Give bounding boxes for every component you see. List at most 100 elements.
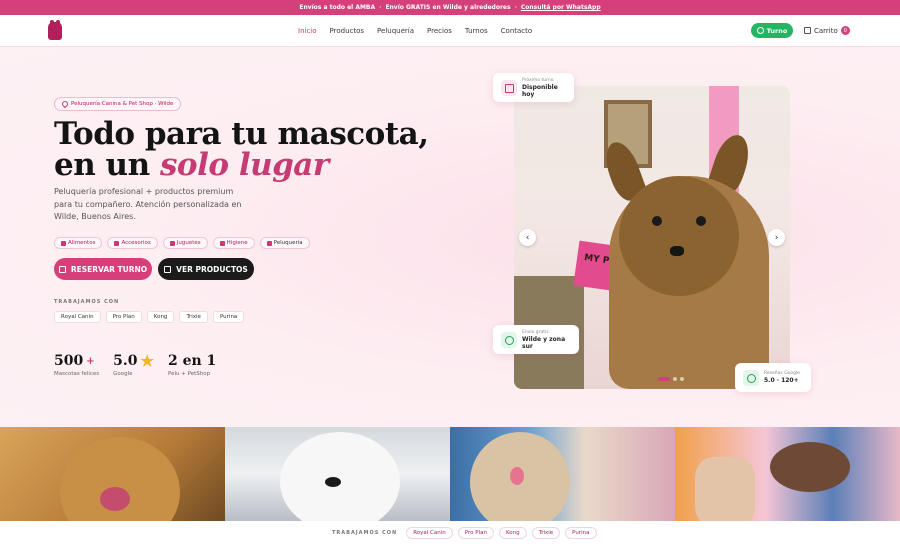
stat-label: Mascotas felices <box>54 371 100 377</box>
brand-purina: Purina <box>565 527 597 539</box>
cart-label: Carrito <box>814 26 838 35</box>
star-icon: ★ <box>140 352 154 370</box>
brands-bar-inner: TRABAJAMOS CON Royal Canin Pro Plan Kong… <box>332 527 597 539</box>
accessory-icon <box>114 240 120 246</box>
brands-label: TRABAJAMOS CON <box>54 299 120 305</box>
calendar-icon <box>58 265 66 273</box>
reservar-turno-label: RESERVAR TURNO <box>70 264 148 274</box>
chip-label: Accesorios <box>121 240 151 246</box>
brands-list: Royal Canin Pro Plan Kong Trixie Purina <box>54 311 245 323</box>
stat-value: 2 en 1 <box>168 353 216 369</box>
gallery-image-grooming <box>675 427 900 521</box>
carousel-prev-button[interactable]: ‹ <box>519 229 536 246</box>
grooming-icon <box>266 240 272 246</box>
nav-item-precios[interactable]: Precios <box>427 27 452 35</box>
nav-item-inicio[interactable]: Inicio <box>298 27 317 35</box>
ver-productos-label: VER PRODUCTOS <box>176 264 248 274</box>
dog-tongue <box>510 467 524 485</box>
announcement-amba: Envíos a todo el AMBA <box>299 4 376 11</box>
brands-bar: TRABAJAMOS CON Royal Canin Pro Plan Kong… <box>0 521 900 558</box>
stat-value: 5.0 ★ <box>113 353 154 369</box>
hero-title: Todo para tu mascota, en un solo lugar <box>54 119 429 181</box>
carousel-dot[interactable] <box>673 377 677 381</box>
carousel-dot[interactable] <box>658 377 670 381</box>
groomer-hands <box>695 457 755 521</box>
card-value: 5.0 · 120+ <box>764 377 799 384</box>
reservar-turno-button[interactable]: RESERVAR TURNO <box>54 258 152 280</box>
site-header: Inicio Productos Peluquería Precios Turn… <box>0 15 900 47</box>
announcement-free-shipping: Envío GRATIS en Wilde y alrededores <box>385 4 511 11</box>
gallery-image-golden <box>0 427 225 521</box>
chip-peluqueria[interactable]: Peluquería <box>259 237 310 249</box>
stat-suffix: + <box>86 355 95 367</box>
free-shipping-card: Envío gratis Wilde y zona sur <box>493 325 579 354</box>
chip-higiene[interactable]: Higiene <box>212 237 255 249</box>
bag-icon <box>164 265 172 273</box>
dog-shape <box>280 432 400 521</box>
stat-label: Pelu + PetShop <box>167 371 211 377</box>
cart-count-badge: 0 <box>840 26 850 35</box>
brand-trixie: Trixie <box>531 527 561 539</box>
photo-gallery <box>0 427 900 521</box>
brand-pro-plan: Pro Plan <box>457 527 494 539</box>
turno-button[interactable]: Turno <box>751 23 793 38</box>
dog-nose <box>325 477 341 487</box>
chip-accesorios[interactable]: Accesorios <box>107 237 158 249</box>
card-value: Disponible hoy <box>522 83 558 98</box>
carousel-dot[interactable] <box>680 377 684 381</box>
hygiene-icon <box>219 240 225 246</box>
heart-icon <box>60 99 70 109</box>
brand-purina: Purina <box>212 311 245 323</box>
stats: 500 + Mascotas felices 5.0 ★ Google 2 en 1… <box>54 353 216 377</box>
nav-item-peluqueria[interactable]: Peluquería <box>377 27 414 35</box>
dog-head <box>619 176 739 296</box>
cart-button[interactable]: Carrito 0 <box>804 23 850 38</box>
brand-kong: Kong <box>498 527 527 539</box>
whatsapp-link[interactable]: Consultá por WhatsApp <box>521 4 601 11</box>
category-chips: Alimentos Accesorios Juguetes Higiene Pe… <box>54 237 310 249</box>
calendar-icon <box>501 79 517 96</box>
brand-pro-plan: Pro Plan <box>105 311 142 323</box>
nav-item-turnos[interactable]: Turnos <box>465 27 488 35</box>
dog-eye-left <box>652 216 662 226</box>
main-nav: Inicio Productos Peluquería Precios Turn… <box>298 15 532 47</box>
dog-nose <box>670 246 684 256</box>
toy-icon <box>169 240 175 246</box>
card-caption: Reseñas Google <box>764 371 801 376</box>
stat-google: 5.0 ★ Google <box>113 353 154 377</box>
carousel-dots <box>658 377 684 381</box>
stat-number: 5.0 <box>113 353 138 369</box>
food-icon <box>61 240 66 246</box>
chip-label: Peluquería <box>273 240 303 246</box>
announcement-separator: · <box>514 4 517 11</box>
next-appointment-card: Próximo turno Disponible hoy <box>493 73 574 102</box>
hero-title-accent: solo lugar <box>159 147 329 183</box>
stat-value: 500 + <box>54 353 99 369</box>
brands-bar-label: TRABAJAMOS CON <box>332 530 398 536</box>
stat-label: Google <box>113 371 133 377</box>
nav-item-productos[interactable]: Productos <box>330 27 365 35</box>
hero-tag-text: Peluquería Canina & Pet Shop · Wilde <box>71 101 174 107</box>
hero-tag: Peluquería Canina & Pet Shop · Wilde <box>54 97 182 111</box>
ver-productos-button[interactable]: VER PRODUCTOS <box>158 258 254 280</box>
whatsapp-icon <box>756 27 764 34</box>
logo-icon[interactable] <box>48 20 62 40</box>
check-badge-icon <box>743 369 759 386</box>
hero-title-line2: en un <box>54 147 160 183</box>
chip-juguetes[interactable]: Juguetes <box>162 237 208 249</box>
stat-mascotas: 500 + Mascotas felices <box>54 353 99 377</box>
chip-alimentos[interactable]: Alimentos <box>54 237 103 249</box>
cart-icon <box>804 27 811 34</box>
chip-label: Alimentos <box>68 240 96 246</box>
brand-royal-canin: Royal Canin <box>406 527 453 539</box>
dog-shape <box>770 442 850 492</box>
turno-label: Turno <box>766 26 788 35</box>
dog-eye-right <box>696 216 706 226</box>
card-value: Wilde y zona sur <box>522 335 566 350</box>
nav-item-contacto[interactable]: Contacto <box>501 27 533 35</box>
card-caption: Envío gratis <box>522 329 549 335</box>
carousel-next-button[interactable]: › <box>768 229 785 246</box>
stat-number: 2 en 1 <box>167 353 217 369</box>
brand-trixie: Trixie <box>179 311 208 323</box>
gallery-image-poodle <box>225 427 450 521</box>
